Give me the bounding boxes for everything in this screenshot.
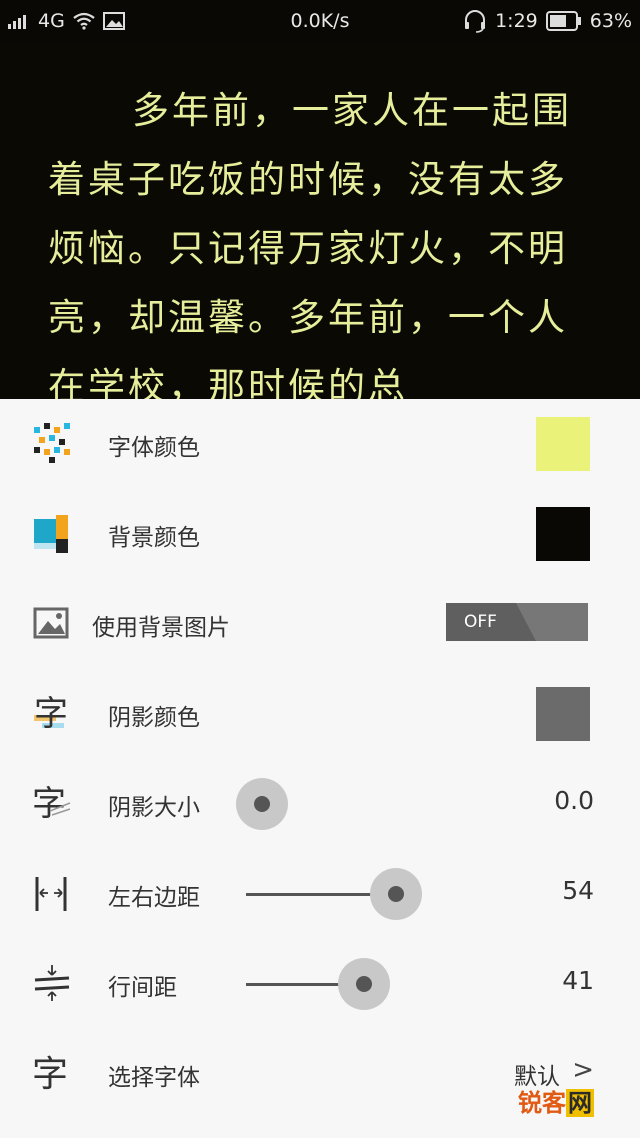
headset-icon xyxy=(465,10,486,33)
line-spacing-slider-thumb[interactable] xyxy=(337,958,390,1010)
svg-text:字: 字 xyxy=(32,1054,68,1095)
line-spacing-label: 行间距 xyxy=(108,975,177,1001)
line-spacing-row[interactable]: 行间距 41 xyxy=(0,939,640,1029)
svg-text:字: 字 xyxy=(32,784,66,824)
font-color-label: 字体颜色 xyxy=(108,435,200,461)
chevron-right-icon: > xyxy=(572,1055,594,1085)
reader-preview: 多年前，一家人在一起围着桌子吃饭的时候，没有太多烦恼。只记得万家灯火，不明亮，却… xyxy=(0,42,640,399)
svg-text:字: 字 xyxy=(34,694,68,734)
bg-image-row[interactable]: 使用背景图片 OFF xyxy=(0,579,640,669)
battery-icon xyxy=(545,11,581,31)
font-char-icon: 字 xyxy=(32,1054,68,1095)
bg-image-label: 使用背景图片 xyxy=(92,615,230,641)
margin-slider-thumb[interactable] xyxy=(369,868,422,920)
reader-text: 多年前，一家人在一起围着桌子吃饭的时候，没有太多烦恼。只记得万家灯火，不明亮，却… xyxy=(48,89,572,399)
bg-image-toggle[interactable]: OFF xyxy=(446,603,588,641)
status-bar: 4G 0.0K/s 1:29 63% xyxy=(0,0,640,42)
font-color-swatch[interactable] xyxy=(536,417,590,471)
watermark-part2: 网 xyxy=(566,1089,594,1117)
shadow-char-icon: 字 xyxy=(34,694,68,734)
font-select-label: 选择字体 xyxy=(108,1065,200,1091)
shadow-size-value: 0.0 xyxy=(554,786,594,815)
shadow-color-label: 阴影颜色 xyxy=(108,705,200,731)
font-color-icon xyxy=(34,423,70,463)
shadow-size-row[interactable]: 字 阴影大小 0.0 xyxy=(0,759,640,849)
shadow-color-swatch[interactable] xyxy=(536,687,590,741)
line-spacing-icon xyxy=(34,965,70,1001)
battery-percent: 63% xyxy=(589,10,632,32)
bg-color-swatch[interactable] xyxy=(536,507,590,561)
watermark-logo: 锐客网 xyxy=(518,1083,594,1118)
shadow-color-row[interactable]: 字 阴影颜色 xyxy=(0,669,640,759)
shadow-size-icon: 字 xyxy=(32,784,71,824)
bg-color-label: 背景颜色 xyxy=(108,525,200,551)
settings-panel: 字体颜色 背景颜色 使用背景图片 OFF 字 阴影颜色 字 阴影大小 0.0 左… xyxy=(0,399,640,1138)
margin-icon xyxy=(35,877,67,911)
bg-color-icon xyxy=(34,515,68,553)
status-right: 1:29 63% xyxy=(463,9,632,33)
shadow-size-label: 阴影大小 xyxy=(108,795,200,821)
bg-color-row[interactable]: 背景颜色 xyxy=(0,489,640,579)
line-spacing-value: 41 xyxy=(562,966,594,995)
shadow-size-slider-thumb[interactable] xyxy=(236,778,288,830)
font-color-row[interactable]: 字体颜色 xyxy=(0,399,640,489)
margin-row[interactable]: 左右边距 54 xyxy=(0,849,640,939)
margin-label: 左右边距 xyxy=(108,885,200,911)
clock: 1:29 xyxy=(495,10,538,32)
watermark-part1: 锐客 xyxy=(518,1089,566,1117)
margin-value: 54 xyxy=(562,876,594,905)
toggle-off-label: OFF xyxy=(446,603,536,641)
picture-icon xyxy=(33,607,69,639)
